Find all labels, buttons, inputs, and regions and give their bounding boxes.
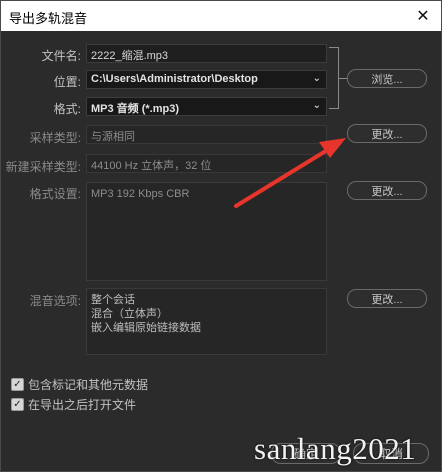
- mix-option-line: 整个会话: [91, 294, 135, 306]
- format-settings-value: MP3 192 Kbps CBR: [91, 188, 190, 200]
- format-label: 格式:: [53, 102, 81, 116]
- sample-type-value: 与源相同: [91, 131, 135, 143]
- mix-option-line: 混合（立体声）: [91, 308, 168, 320]
- export-multitrack-dialog: 导出多轨混音 ✕ 文件名: 2222_缩混.mp3 位置: C:\Users\A…: [0, 0, 442, 472]
- change-format-button[interactable]: 更改...: [347, 181, 427, 200]
- format-settings-box: MP3 192 Kbps CBR: [86, 182, 327, 281]
- new-sample-type-field: 44100 Hz 立体声，32 位: [86, 154, 327, 173]
- sample-type-label: 采样类型:: [29, 131, 81, 145]
- location-label: 位置:: [53, 75, 81, 89]
- filename-label: 文件名:: [41, 49, 81, 63]
- location-select[interactable]: C:\Users\Administrator\Desktop ⌄: [86, 70, 327, 89]
- change-mix-button[interactable]: 更改...: [347, 289, 427, 308]
- include-markers-option[interactable]: ✓ 包含标记和其他元数据: [11, 376, 148, 393]
- chevron-down-icon: ⌄: [312, 73, 321, 84]
- chevron-down-icon: ⌄: [312, 100, 321, 111]
- cancel-button[interactable]: 取消: [353, 443, 429, 464]
- sample-type-field: 与源相同: [86, 125, 327, 144]
- new-sample-type-value: 44100 Hz 立体声，32 位: [91, 160, 212, 172]
- format-value: MP3 音频 (*.mp3): [91, 103, 180, 115]
- format-settings-label: 格式设置:: [29, 187, 81, 201]
- dialog-title: 导出多轨混音: [9, 11, 88, 26]
- bracket-tick: [339, 78, 347, 79]
- filename-input[interactable]: 2222_缩混.mp3: [86, 44, 327, 63]
- mix-options-label: 混音选项:: [29, 294, 81, 308]
- title-bar: 导出多轨混音 ✕: [1, 1, 441, 31]
- close-icon[interactable]: ✕: [411, 4, 435, 28]
- ok-button[interactable]: 确定: [271, 443, 341, 464]
- mix-option-line: 嵌入编辑原始链接数据: [91, 322, 201, 334]
- checkbox-icon[interactable]: ✓: [11, 378, 24, 391]
- format-select[interactable]: MP3 音频 (*.mp3) ⌄: [86, 97, 327, 116]
- bracket-divider: [329, 47, 339, 109]
- include-markers-label: 包含标记和其他元数据: [28, 378, 149, 392]
- open-after-export-option[interactable]: ✓ 在导出之后打开文件: [11, 396, 136, 413]
- change-sample-button[interactable]: 更改...: [347, 124, 427, 143]
- mix-options-box: 整个会话 混合（立体声） 嵌入编辑原始链接数据: [86, 288, 327, 355]
- location-value: C:\Users\Administrator\Desktop: [91, 73, 258, 85]
- open-after-export-label: 在导出之后打开文件: [28, 398, 137, 412]
- checkbox-icon[interactable]: ✓: [11, 398, 24, 411]
- new-sample-type-label: 新建采样类型:: [5, 160, 81, 174]
- browse-button[interactable]: 浏览...: [347, 69, 427, 88]
- filename-value: 2222_缩混.mp3: [91, 50, 169, 62]
